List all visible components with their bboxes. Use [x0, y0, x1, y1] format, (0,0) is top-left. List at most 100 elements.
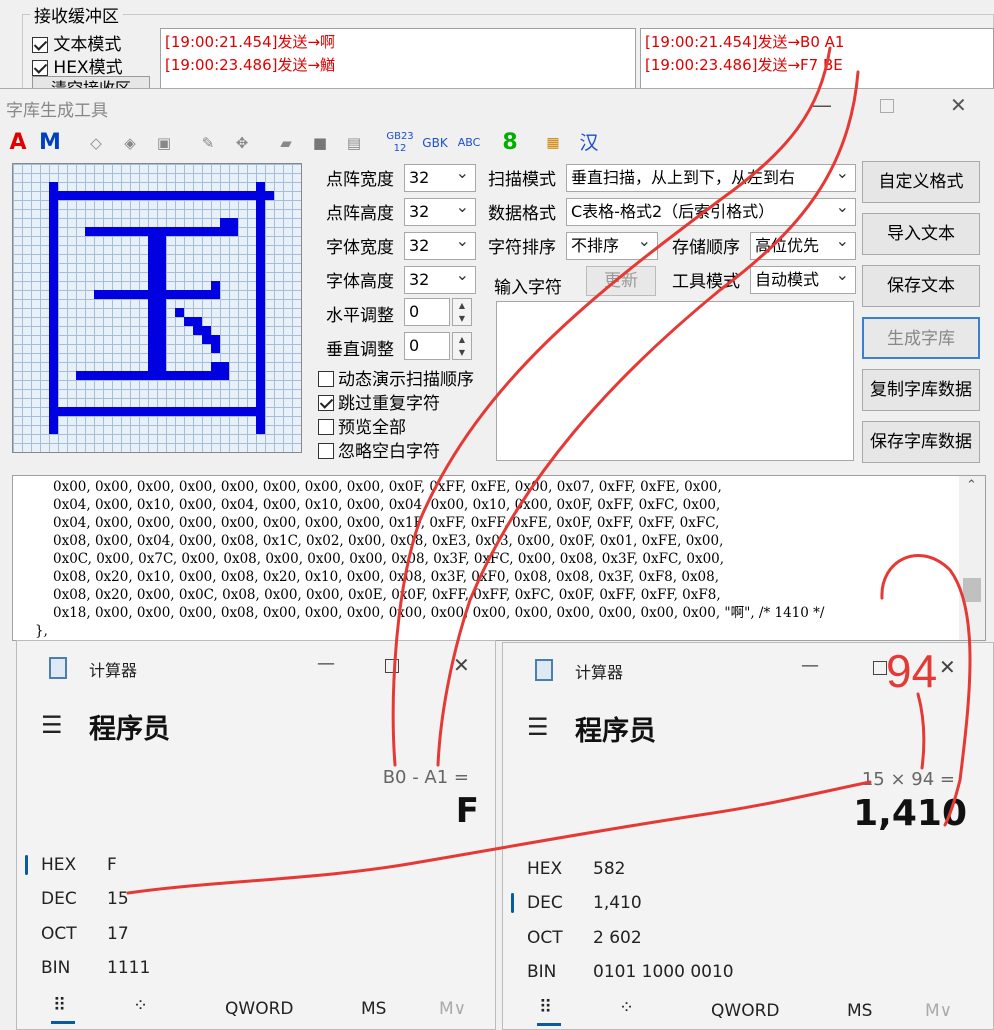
char-order-label: 字符排序	[488, 238, 556, 258]
font-width-select[interactable]: 32	[404, 232, 476, 260]
tool-mode-select[interactable]: 自动模式	[750, 266, 856, 294]
save-font-data-button[interactable]: 保存字库数据	[862, 421, 980, 463]
annotation-94-text: 94	[886, 645, 938, 697]
hex-label[interactable]: HEX	[41, 855, 76, 875]
dynamic-scan-option[interactable]: 动态演示扫描顺序	[318, 369, 474, 391]
custom-format-button[interactable]: 自定义格式	[862, 161, 980, 203]
text-mode-option[interactable]: 文本模式	[32, 30, 121, 55]
input-char-textarea[interactable]	[496, 301, 854, 461]
keypad-active-indicator	[51, 1021, 75, 1024]
gb2312-icon[interactable]: GB2312	[386, 129, 414, 157]
save-text-button[interactable]: 保存文本	[862, 265, 980, 307]
font-height-label: 字体高度	[326, 272, 394, 292]
move-icon[interactable]: ✥	[230, 129, 254, 157]
font-height-select[interactable]: 32	[404, 266, 476, 294]
dot-matrix-preview[interactable]	[12, 163, 302, 453]
scan-mode-select[interactable]: 垂直扫描，从上到下，从左到右	[566, 164, 856, 192]
maximize-icon[interactable]	[873, 661, 887, 675]
close-icon[interactable]: ✕	[453, 653, 470, 677]
close-icon[interactable]: ✕	[939, 655, 956, 679]
font-color-icon[interactable]: A	[6, 129, 30, 157]
stamp-icon[interactable]: ▣	[152, 129, 176, 157]
word-size-button[interactable]: QWORD	[711, 1001, 779, 1021]
menu-icon[interactable]: ☰	[41, 711, 63, 739]
memory-store-button[interactable]: MS	[847, 1001, 872, 1021]
skip-duplicate-label: 跳过重复字符	[338, 394, 440, 414]
maximize-icon[interactable]	[385, 659, 399, 673]
generate-font-button[interactable]: 生成字库	[862, 317, 980, 359]
memory-list-button[interactable]: M∨	[925, 1001, 952, 1021]
scroll-thumb[interactable]	[963, 578, 981, 602]
bit-toggle-icon[interactable]: ⁘	[133, 995, 148, 1016]
text-mode-checkbox[interactable]	[32, 37, 48, 53]
memory-store-button[interactable]: MS	[361, 999, 386, 1019]
code-scrollbar[interactable]: ⌃	[959, 476, 985, 640]
word-size-button[interactable]: QWORD	[225, 999, 293, 1019]
keypad-icon[interactable]: ⠿	[53, 995, 66, 1016]
input-char-label: 输入字符	[494, 278, 562, 298]
fill-icon[interactable]: ◈	[118, 129, 142, 157]
store-order-select[interactable]: 高位优先	[750, 232, 856, 260]
h-adjust-spinner[interactable]: ▲ ▼	[452, 298, 472, 326]
bin-label[interactable]: BIN	[41, 958, 70, 978]
maximize-icon[interactable]	[880, 99, 894, 113]
color-grid-icon[interactable]: ▦	[542, 129, 564, 157]
bit-toggle-icon[interactable]: ⁘	[619, 997, 634, 1018]
calculator-icon	[535, 659, 553, 681]
char-order-select[interactable]: 不排序	[566, 232, 658, 260]
dot-width-select[interactable]: 32	[404, 164, 476, 192]
calculator-mode: 程序员	[89, 714, 170, 745]
memory-list-button[interactable]: M∨	[439, 999, 466, 1019]
ignore-blank-checkbox[interactable]	[318, 442, 334, 459]
update-button[interactable]: 更新	[586, 266, 656, 296]
minimize-icon[interactable]: —	[801, 655, 819, 676]
h-adjust-input[interactable]: 0	[404, 298, 450, 326]
close-icon[interactable]: ✕	[950, 93, 967, 117]
hex-mode-option[interactable]: HEX模式	[32, 53, 123, 78]
dec-label[interactable]: DEC	[41, 889, 77, 909]
receive-text-area[interactable]: [19:00:21.454]发送→啊 [19:00:23.486]发送→鰌	[160, 28, 636, 90]
open-folder-icon[interactable]: ▰	[274, 129, 298, 157]
minimize-icon[interactable]: —	[812, 93, 832, 117]
v-adjust-label: 垂直调整	[326, 340, 394, 360]
dot-height-select[interactable]: 32	[404, 198, 476, 226]
import-text-button[interactable]: 导入文本	[862, 213, 980, 255]
calculator-title: 计算器	[89, 661, 138, 680]
scroll-up-icon[interactable]: ⌃	[966, 478, 977, 493]
calc-result: 1,410	[853, 793, 967, 834]
oct-label[interactable]: OCT	[41, 924, 77, 944]
minimize-icon[interactable]: —	[317, 653, 335, 674]
v-adjust-input[interactable]: 0	[404, 332, 450, 360]
font-data-output[interactable]: 0x00, 0x00, 0x00, 0x00, 0x00, 0x00, 0x00…	[12, 475, 986, 641]
abc-icon[interactable]: ABC	[454, 129, 484, 157]
pen-icon[interactable]: ✎	[196, 129, 220, 157]
receive-hex-area[interactable]: [19:00:21.454]发送→B0 A1 [19:00:23.486]发送→…	[640, 28, 994, 90]
menu-icon[interactable]: ☰	[527, 713, 549, 741]
hanzi-icon[interactable]: 汉	[578, 129, 600, 157]
save-icon[interactable]: ■	[308, 129, 332, 157]
font-tool-title: 字库生成工具	[6, 101, 108, 121]
v-adjust-spinner[interactable]: ▲ ▼	[452, 332, 472, 360]
eraser-icon[interactable]: ◇	[84, 129, 108, 157]
copy-font-data-button[interactable]: 复制字库数据	[862, 369, 980, 411]
code-line: 0x0C, 0x00, 0x7C, 0x00, 0x08, 0x00, 0x00…	[53, 551, 725, 567]
mode-m-icon[interactable]: M	[38, 129, 62, 157]
hex-mode-checkbox[interactable]	[32, 60, 48, 76]
skip-duplicate-checkbox[interactable]	[318, 394, 334, 411]
data-format-select[interactable]: C表格-格式2（后索引格式）	[566, 198, 856, 226]
gbk-icon[interactable]: GBK	[420, 129, 450, 157]
bin-label[interactable]: BIN	[527, 962, 556, 982]
save-as-icon[interactable]: ▤	[342, 129, 366, 157]
preview-all-option[interactable]: 预览全部	[318, 417, 406, 439]
dec-label[interactable]: DEC	[527, 893, 563, 913]
hex-label[interactable]: HEX	[527, 859, 562, 879]
preview-all-checkbox[interactable]	[318, 418, 334, 435]
skip-duplicate-option[interactable]: 跳过重复字符	[318, 393, 440, 415]
ignore-blank-option[interactable]: 忽略空白字符	[318, 441, 440, 463]
dynamic-scan-checkbox[interactable]	[318, 370, 334, 387]
oct-label[interactable]: OCT	[527, 928, 563, 948]
hex-mode-label: HEX模式	[53, 58, 123, 78]
digit-icon[interactable]: 8	[500, 129, 520, 157]
ignore-blank-label: 忽略空白字符	[338, 442, 440, 462]
keypad-icon[interactable]: ⠿	[539, 997, 552, 1018]
